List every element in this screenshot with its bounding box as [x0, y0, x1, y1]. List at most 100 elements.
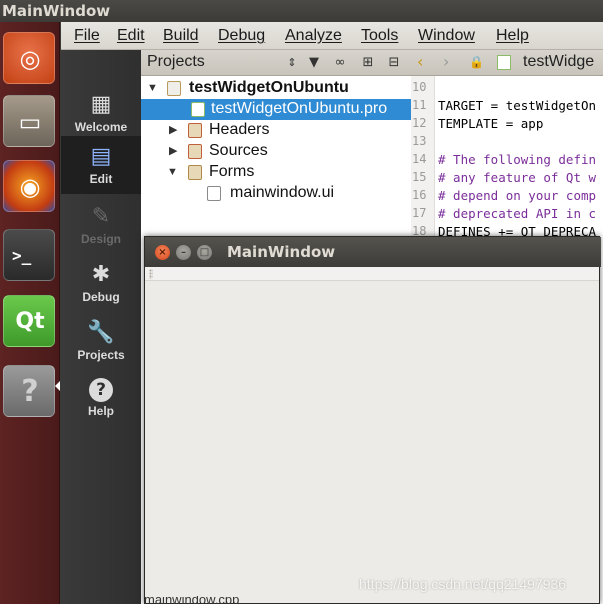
line-number: 12: [412, 116, 427, 130]
mode-design[interactable]: ✎ Design: [61, 196, 141, 254]
active-window-title: MainWindow: [2, 2, 111, 20]
forward-arrow-icon[interactable]: ›: [443, 52, 449, 71]
code-comment-line: # any feature of Qt w: [438, 170, 597, 185]
lock-icon: 🔒: [469, 55, 484, 69]
window-central-widget[interactable]: [145, 281, 599, 603]
line-number: 14: [412, 152, 427, 166]
window-title: MainWindow: [227, 243, 336, 261]
terminal-icon: >_: [12, 246, 32, 265]
tree-item-forms[interactable]: ▼ Forms: [141, 162, 411, 183]
tree-item-pro-file[interactable]: testWidgetOnUbuntu.pro: [141, 99, 411, 120]
menu-analyze[interactable]: Analyze: [285, 27, 342, 45]
line-number: 10: [412, 80, 427, 94]
tree-item-project[interactable]: ▼ testWidgetOnUbuntu: [141, 78, 411, 99]
tree-item-label: testWidgetOnUbuntu.pro: [211, 100, 388, 117]
grid-icon: ▦: [90, 92, 112, 117]
pro-file-icon: [191, 102, 205, 117]
tree-item-label: mainwindow.ui: [230, 184, 335, 201]
firefox-launcher-button[interactable]: ◉: [3, 160, 55, 212]
mode-debug[interactable]: ✱ Debug: [61, 254, 141, 312]
mode-help[interactable]: ? Help: [61, 370, 141, 428]
window-titlebar[interactable]: × – □ MainWindow: [145, 237, 601, 267]
project-folder-icon: [167, 81, 181, 96]
top-panel: MainWindow: [0, 0, 603, 22]
maximize-icon[interactable]: □: [197, 245, 212, 260]
ubuntu-logo-icon: ◎: [19, 45, 41, 73]
mode-projects[interactable]: 🔧 Projects: [61, 312, 141, 370]
mode-label: Projects: [77, 348, 125, 362]
bug-icon: ✱: [91, 262, 111, 287]
tree-item-label: Forms: [209, 163, 255, 180]
projects-panel-header: Projects ⇕ ▼ ∞ ⊞ ⊟: [141, 50, 411, 76]
mode-label: Debug: [82, 290, 120, 304]
unity-launcher: ◎ ▭ ◉ >_ Qt ?: [0, 22, 60, 604]
line-number: 15: [412, 170, 427, 184]
tree-item-ui-file[interactable]: mainwindow.ui: [141, 183, 411, 204]
collapsed-arrow-icon[interactable]: ▶: [169, 120, 177, 141]
firefox-icon: ◉: [19, 173, 41, 201]
mode-label: Design: [80, 232, 121, 246]
minimize-icon[interactable]: –: [176, 245, 191, 260]
mode-label: Edit: [89, 172, 113, 186]
editor-toolbar: ‹ › 🔒 testWidge: [411, 50, 603, 76]
collapsed-arrow-icon[interactable]: ▶: [169, 141, 177, 162]
code-line: TEMPLATE = app: [438, 116, 544, 131]
expanded-arrow-icon[interactable]: ▼: [147, 78, 158, 99]
menu-tools[interactable]: Tools: [361, 27, 398, 45]
line-number: 16: [412, 188, 427, 202]
projects-view-selector[interactable]: Projects: [147, 53, 205, 71]
split-icon[interactable]: ⊞: [359, 54, 377, 72]
mode-selector: ▦ Welcome ▤ Edit ✎ Design ✱ Debug 🔧 Proj…: [61, 50, 141, 604]
mode-label: Help: [87, 404, 114, 418]
tree-item-label: Sources: [209, 142, 268, 159]
menu-edit[interactable]: Edit: [117, 27, 145, 45]
menu-window[interactable]: Window: [418, 27, 475, 45]
line-number: 13: [412, 134, 427, 148]
menu-help[interactable]: Help: [496, 27, 529, 45]
updown-arrow-icon[interactable]: ⇕: [283, 54, 301, 72]
menu-debug[interactable]: Debug: [218, 27, 265, 45]
menu-bar: File Edit Build Debug Analyze Tools Wind…: [61, 22, 603, 50]
mode-label: Welcome: [74, 120, 128, 134]
headers-folder-icon: [188, 123, 202, 138]
editor-tab-partial: mainwindow.cpp: [144, 596, 240, 604]
file-cabinet-icon: ▭: [18, 108, 42, 136]
menu-file[interactable]: File: [74, 27, 100, 45]
close-icon[interactable]: ×: [155, 245, 170, 260]
toolbar-grip-icon[interactable]: [149, 269, 153, 279]
mode-welcome[interactable]: ▦ Welcome: [61, 84, 141, 142]
files-launcher-button[interactable]: ▭: [3, 95, 55, 147]
main-window: × – □ MainWindow: [144, 236, 601, 604]
line-number: 11: [412, 98, 427, 112]
watermark: https://blog.csdn.net/qq21497936: [359, 576, 567, 592]
ui-file-icon: [207, 186, 221, 201]
wrench-icon: 🔧: [87, 320, 115, 345]
pencil-icon: ✎: [91, 204, 111, 229]
mode-edit[interactable]: ▤ Edit: [61, 136, 141, 194]
menu-build[interactable]: Build: [163, 27, 199, 45]
sources-folder-icon: [188, 144, 202, 159]
code-line: TARGET = testWidgetOn: [438, 98, 597, 113]
help-launcher-button[interactable]: ?: [3, 365, 55, 417]
code-comment-line: # The following defin: [438, 152, 597, 167]
help-icon: ?: [89, 378, 113, 402]
tree-item-headers[interactable]: ▶ Headers: [141, 120, 411, 141]
forms-folder-icon: [188, 165, 202, 180]
ubuntu-dash-button[interactable]: ◎: [3, 32, 55, 84]
line-number: 17: [412, 206, 427, 220]
close-panel-icon[interactable]: ⊟: [385, 54, 403, 72]
filter-icon[interactable]: ▼: [305, 54, 323, 72]
link-icon[interactable]: ∞: [331, 54, 349, 72]
open-document-selector[interactable]: testWidge: [523, 53, 594, 71]
back-arrow-icon[interactable]: ‹: [417, 52, 423, 71]
qt-creator-launcher-button[interactable]: Qt: [3, 295, 55, 347]
tree-item-label: testWidgetOnUbuntu: [189, 79, 349, 96]
terminal-launcher-button[interactable]: >_: [3, 229, 55, 281]
code-comment-line: # deprecated API in c: [438, 206, 597, 221]
expanded-arrow-icon[interactable]: ▼: [167, 162, 178, 183]
tree-item-sources[interactable]: ▶ Sources: [141, 141, 411, 162]
question-mark-icon: ?: [21, 374, 39, 409]
code-comment-line: # depend on your comp: [438, 188, 597, 203]
tree-item-label: Headers: [209, 121, 270, 138]
document-icon: ▤: [90, 144, 112, 169]
